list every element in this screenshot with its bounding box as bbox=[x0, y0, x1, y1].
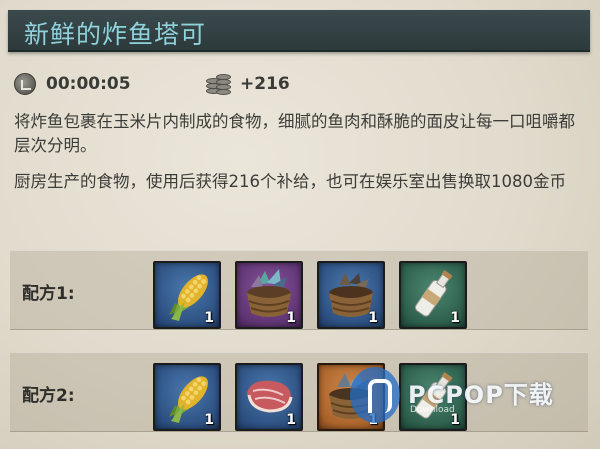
watermark-subtext: Download bbox=[410, 405, 455, 415]
ingredient-quantity: 1 bbox=[368, 310, 378, 326]
ingredient-slot[interactable]: 1 bbox=[235, 363, 303, 431]
ingredient-slot[interactable]: 1 bbox=[317, 261, 385, 329]
ingredient-quantity: 1 bbox=[450, 310, 460, 326]
item-usage-text: 厨房生产的食物，使用后获得216个补给，也可在娱乐室出售换取1080金币 bbox=[14, 172, 566, 191]
title-bar: 新鲜的炸鱼塔可 bbox=[8, 10, 590, 52]
production-time: 00:00:05 bbox=[14, 70, 131, 98]
ingredient-quantity: 1 bbox=[286, 310, 296, 326]
item-title: 新鲜的炸鱼塔可 bbox=[24, 20, 207, 49]
watermark: PCPOP下载 Download bbox=[350, 365, 600, 425]
ingredient-slot[interactable]: 1 bbox=[153, 261, 221, 329]
production-time-value: 00:00:05 bbox=[46, 74, 131, 94]
coins-icon bbox=[206, 72, 232, 96]
ingredient-quantity: 1 bbox=[286, 412, 296, 428]
ingredient-slot[interactable]: 1 bbox=[153, 363, 221, 431]
recipe-row-1: 配方1: 1 1 1 1 bbox=[10, 250, 588, 330]
watermark-logo-icon bbox=[350, 367, 400, 423]
clock-icon bbox=[14, 73, 36, 95]
ingredient-quantity: 1 bbox=[204, 412, 214, 428]
ingredient-quantity: 1 bbox=[204, 310, 214, 326]
recipe-label: 配方1: bbox=[22, 284, 75, 304]
recipe-detail-panel: 新鲜的炸鱼塔可 00:00:05 +216 将炸鱼包裹在玉米片内制成的食物，细腻… bbox=[0, 0, 600, 449]
item-description: 将炸鱼包裹在玉米片内制成的食物，细腻的鱼肉和酥脆的面皮让每一口咀嚼都层次分明。 bbox=[14, 112, 575, 155]
ingredient-slot[interactable]: 1 bbox=[235, 261, 303, 329]
recipe-label: 配方2: bbox=[22, 386, 75, 406]
supply-reward-value: +216 bbox=[240, 74, 290, 94]
ingredient-slot[interactable]: 1 bbox=[399, 261, 467, 329]
supply-reward: +216 bbox=[206, 70, 290, 98]
